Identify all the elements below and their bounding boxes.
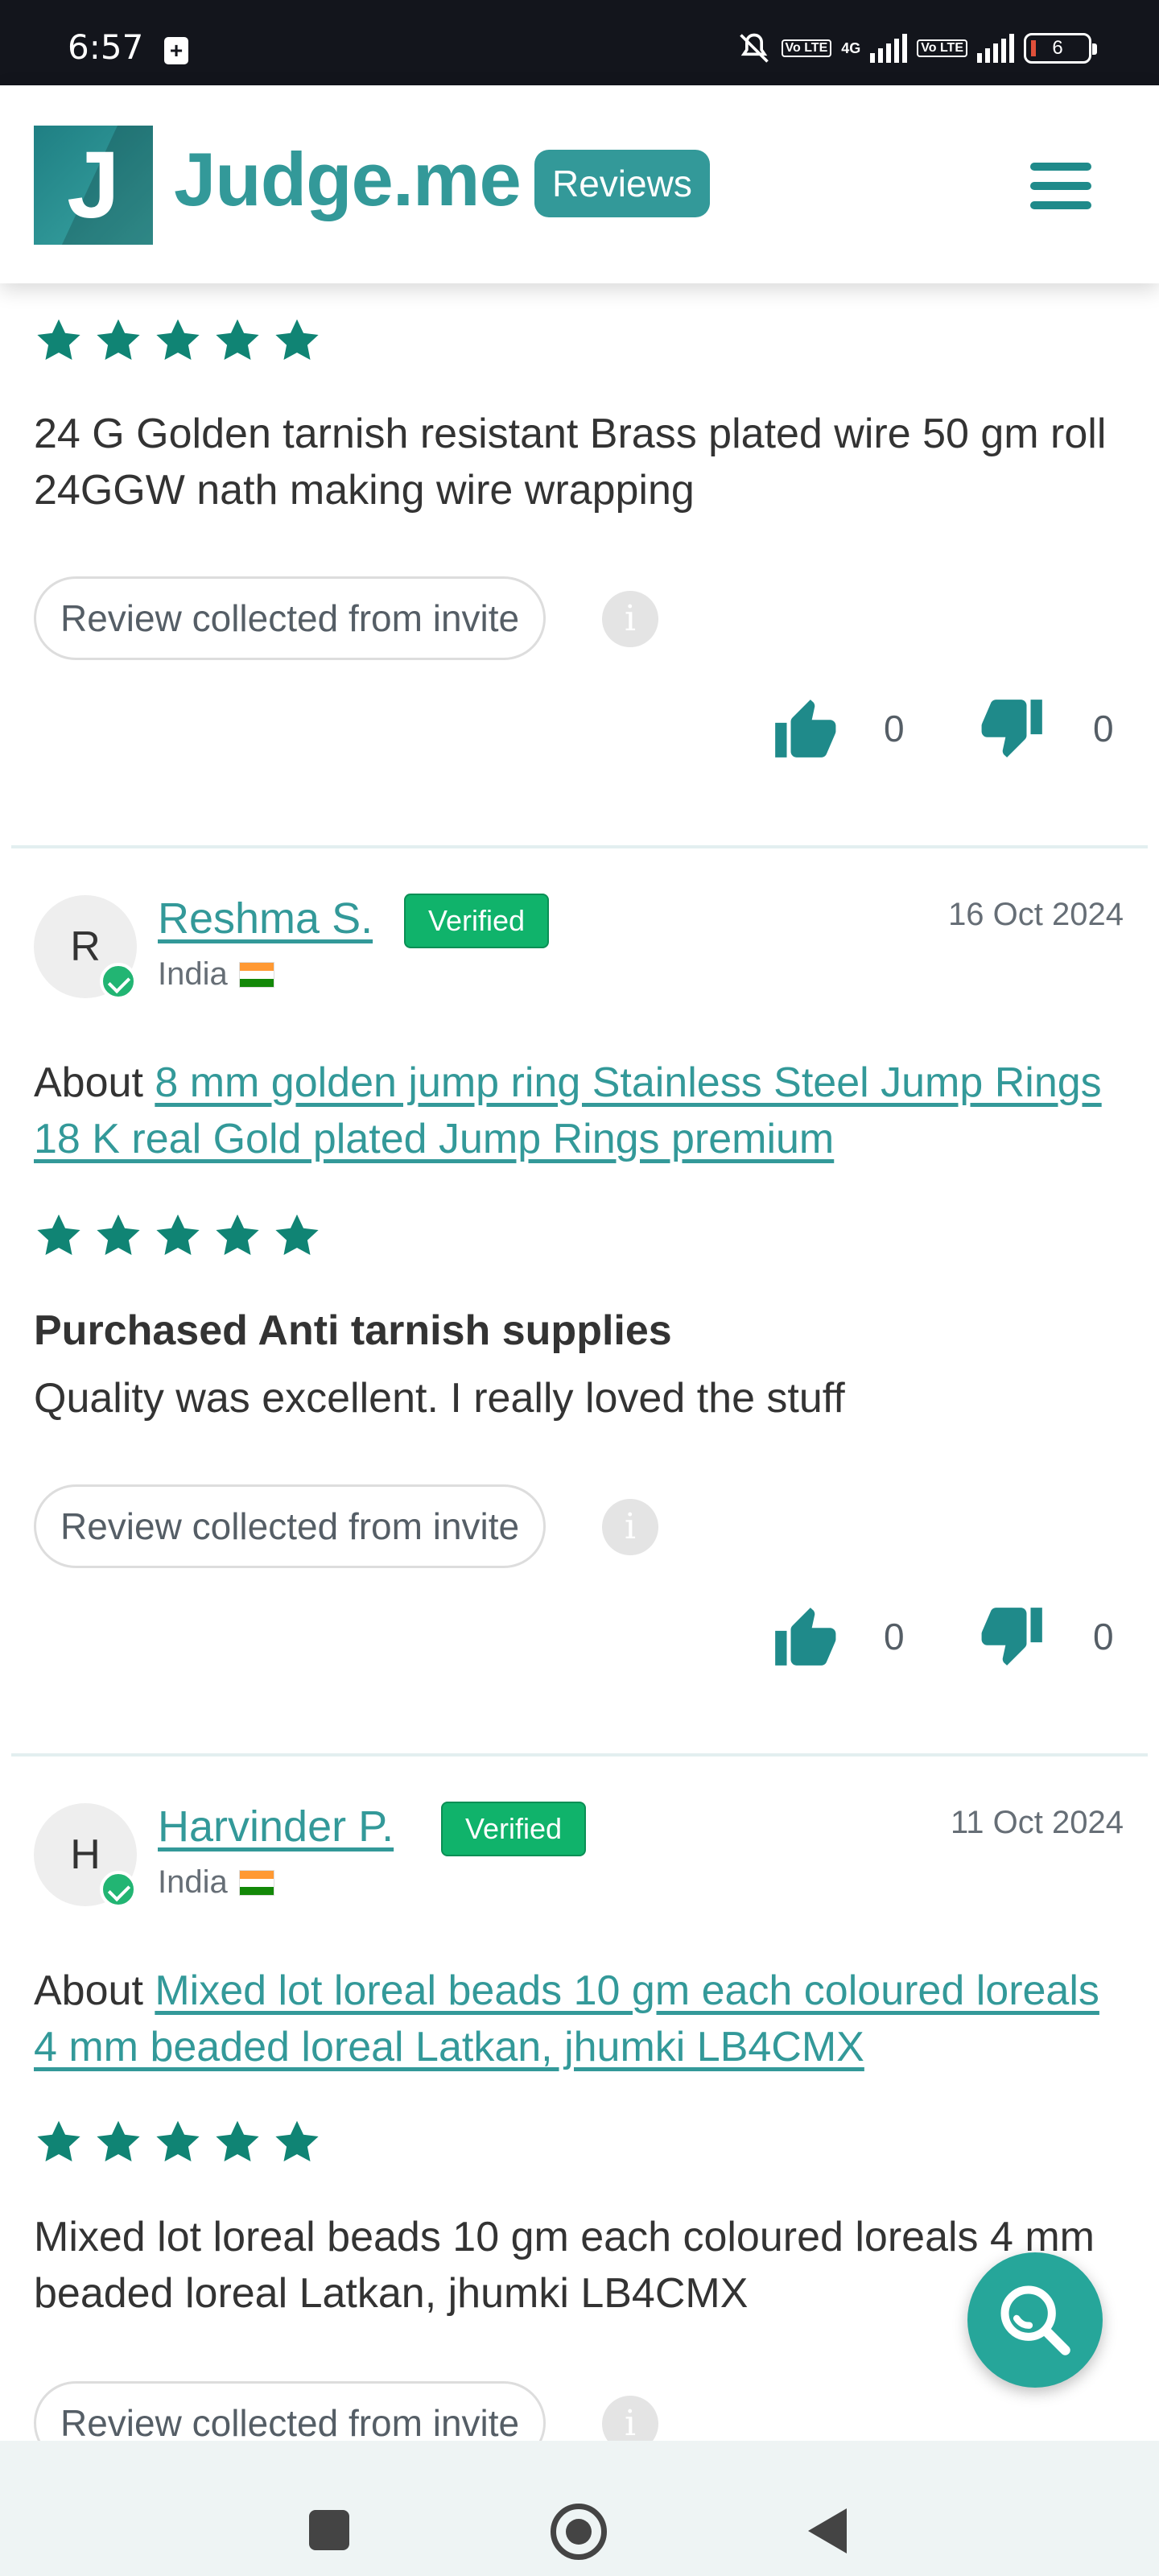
thumbs-down-count: 0 xyxy=(1093,708,1114,749)
thumbs-down-count: 0 xyxy=(1093,1616,1114,1657)
signal-icon-2 xyxy=(977,34,1014,63)
info-icon[interactable]: i xyxy=(602,2396,658,2441)
search-button[interactable] xyxy=(967,2252,1103,2388)
thumbs-up-button[interactable]: 0 xyxy=(769,694,905,763)
back-button[interactable] xyxy=(808,2508,847,2553)
brand-name[interactable]: Judge.me xyxy=(174,135,522,224)
about-product: About 8 mm golden jump ring Stainless St… xyxy=(34,1055,1112,1167)
search-icon xyxy=(1000,2285,1070,2355)
star-icon xyxy=(275,2120,319,2162)
country-name: India xyxy=(158,1864,228,1900)
product-link[interactable]: 8 mm golden jump ring Stainless Steel Ju… xyxy=(34,1059,1102,1162)
country-name: India xyxy=(158,956,228,992)
verified-badge: Verified xyxy=(404,894,550,948)
review-body: 24 G Golden tarnish resistant Brass plat… xyxy=(34,411,1107,514)
judgeme-logo[interactable]: J xyxy=(34,126,153,245)
about-prefix: About xyxy=(34,1059,143,1106)
star-icon xyxy=(156,319,200,361)
review-source-pill[interactable]: Review collected from invite xyxy=(34,1484,547,1568)
thumbs-up-button[interactable]: 0 xyxy=(769,1602,905,1671)
status-bar: 6:57 Vo LTE 4G Vo LTE 6 xyxy=(0,0,1159,85)
info-icon[interactable]: i xyxy=(602,1499,658,1555)
review-source-pill[interactable]: Review collected from invite xyxy=(34,2381,547,2441)
star-icon xyxy=(97,2120,140,2162)
android-nav-bar xyxy=(0,2441,1159,2576)
reviews-list: 24 G Golden tarnish resistant Brass plat… xyxy=(0,283,1159,2441)
about-prefix: About xyxy=(34,1967,143,2014)
star-icon xyxy=(156,1214,200,1256)
star-icon xyxy=(37,1214,80,1256)
reviewer-country: India xyxy=(158,956,274,993)
network-type: 4G xyxy=(841,39,861,56)
star-icon xyxy=(216,319,259,361)
rating-stars xyxy=(34,1211,322,1261)
star-icon xyxy=(216,2120,259,2162)
thumbs-up-icon xyxy=(775,700,836,758)
battery-icon: 6 xyxy=(1024,33,1097,64)
india-flag-icon xyxy=(238,1869,274,1896)
recents-button[interactable] xyxy=(309,2510,349,2550)
star-icon xyxy=(156,2120,200,2162)
thumbs-down-icon xyxy=(981,1608,1042,1666)
volte-icon: Vo LTE xyxy=(781,39,832,57)
verified-check-icon xyxy=(100,963,137,1000)
site-header: J Judge.me Reviews xyxy=(0,85,1159,283)
logo-letter: J xyxy=(67,132,120,238)
reviews-badge: Reviews xyxy=(534,150,710,217)
about-product: About Mixed lot loreal beads 10 gm each … xyxy=(34,1963,1112,2075)
star-icon xyxy=(37,2120,80,2162)
review-source-pill[interactable]: Review collected from invite xyxy=(34,576,547,660)
review-body: Quality was excellent. I really loved th… xyxy=(34,1375,845,1422)
review-divider xyxy=(11,845,1148,848)
review-divider xyxy=(11,1753,1148,1757)
mute-bell-icon xyxy=(739,33,769,63)
thumbs-up-icon xyxy=(775,1608,836,1666)
star-icon xyxy=(275,319,319,361)
india-flag-icon xyxy=(238,961,274,988)
signal-icon xyxy=(870,34,908,63)
status-icons: Vo LTE 4G Vo LTE 6 xyxy=(736,31,1097,66)
verified-check-icon xyxy=(100,1871,137,1908)
home-button[interactable] xyxy=(551,2504,607,2560)
star-icon xyxy=(216,1214,259,1256)
review-date: 16 Oct 2024 xyxy=(948,897,1124,932)
review-body: Mixed lot loreal beads 10 gm each colour… xyxy=(34,2214,1095,2317)
star-icon xyxy=(97,1214,140,1256)
thumbs-up-count: 0 xyxy=(884,708,905,749)
star-icon xyxy=(275,1214,319,1256)
rating-stars xyxy=(34,2117,322,2167)
thumbs-down-button[interactable]: 0 xyxy=(979,694,1114,763)
battery-saver-icon xyxy=(164,37,188,64)
star-icon xyxy=(37,319,80,361)
thumbs-down-icon xyxy=(981,700,1042,758)
star-icon xyxy=(97,319,140,361)
thumbs-down-button[interactable]: 0 xyxy=(979,1602,1114,1671)
reviewer-name[interactable]: Reshma S. xyxy=(158,894,373,943)
info-icon[interactable]: i xyxy=(602,591,658,647)
rating-stars xyxy=(34,316,322,365)
thumbs-up-count: 0 xyxy=(884,1616,905,1657)
product-link[interactable]: Mixed lot loreal beads 10 gm each colour… xyxy=(34,1967,1099,2070)
reviewer-country: India xyxy=(158,1864,274,1901)
verified-badge: Verified xyxy=(441,1802,587,1856)
reviewer-name[interactable]: Harvinder P. xyxy=(158,1802,394,1852)
review-date: 11 Oct 2024 xyxy=(951,1805,1124,1840)
status-time: 6:57 xyxy=(68,27,144,67)
hamburger-icon[interactable] xyxy=(1030,163,1095,214)
review-title: Purchased Anti tarnish supplies xyxy=(34,1307,672,1354)
volte-icon-2: Vo LTE xyxy=(917,39,967,57)
